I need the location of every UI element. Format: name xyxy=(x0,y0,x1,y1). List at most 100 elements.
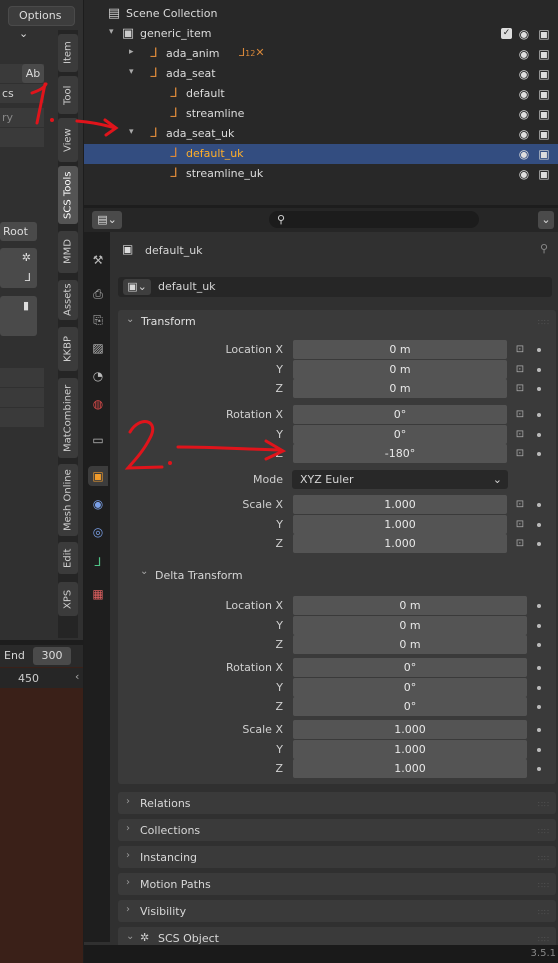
lock-icon[interactable]: ⊡ xyxy=(513,428,527,442)
pin-icon[interactable]: ⚲ xyxy=(540,242,548,255)
lock-icon[interactable]: ⊡ xyxy=(513,498,527,512)
toggle-button[interactable]: ▮ xyxy=(0,296,37,336)
camera-icon[interactable]: ▣ xyxy=(537,167,551,181)
eye-icon[interactable]: ◉ xyxy=(517,147,531,161)
sidebar-tab-kkbp[interactable]: KKBP xyxy=(58,327,78,371)
delta-transform-header[interactable]: Delta Transform xyxy=(155,569,243,582)
datablock-selector[interactable]: ▣⌄ default_uk xyxy=(118,277,552,297)
transform-header[interactable]: Transform xyxy=(141,315,196,328)
rotation-x-field[interactable]: 0° xyxy=(293,658,527,677)
scs-tool-button[interactable]: ✲ ⅃ xyxy=(0,248,37,288)
lock-icon[interactable]: ⊡ xyxy=(513,363,527,377)
keyframe-dot-icon[interactable] xyxy=(537,623,541,628)
properties-search-field[interactable]: ⚲ xyxy=(269,211,479,228)
object-data-dropdown[interactable]: ▣⌄ xyxy=(123,279,151,295)
properties-tab-collection-icon[interactable]: ▭ xyxy=(88,430,108,450)
sidebar-tab-mesh-online[interactable]: Mesh Online xyxy=(58,464,78,536)
outliner-row-default[interactable]: ⅃ default ◉ ▣ xyxy=(84,84,558,104)
properties-tab-physics-icon[interactable]: ◎ xyxy=(88,522,108,542)
sidebar-tab-edit[interactable]: Edit xyxy=(58,542,78,574)
properties-tab-view-layer-icon[interactable]: ▨ xyxy=(88,338,108,358)
panel-motion-paths[interactable]: › Motion Paths ∷∷ xyxy=(118,873,556,895)
lock-icon[interactable]: ⊡ xyxy=(513,518,527,532)
sidebar-tab-view[interactable]: View xyxy=(58,118,78,162)
outliner-row-streamline[interactable]: ⅃ streamline ◉ ▣ xyxy=(84,104,558,124)
camera-icon[interactable]: ▣ xyxy=(537,27,551,41)
expand-down-icon[interactable]: ▾ xyxy=(129,67,134,77)
location-z-field[interactable]: 0 m xyxy=(293,379,507,398)
outliner-row-default_uk[interactable]: ⅃ default_uk ◉ ▣ xyxy=(84,144,558,164)
root-button[interactable]: Root xyxy=(0,222,37,241)
panel-relations[interactable]: › Relations ∷∷ xyxy=(118,792,556,814)
outliner-row-generic_item[interactable]: ▾ ▣ generic_item ✓ ◉ ▣ xyxy=(84,24,558,44)
panel-instancing[interactable]: › Instancing ∷∷ xyxy=(118,846,556,868)
drag-handle-icon[interactable]: ∷∷ xyxy=(538,908,550,917)
eye-icon[interactable]: ◉ xyxy=(517,167,531,181)
properties-tab-tool-icon[interactable]: ⚒ xyxy=(88,250,108,270)
outliner-row-streamline_uk[interactable]: ⅃ streamline_uk ◉ ▣ xyxy=(84,164,558,184)
options-dropdown[interactable]: Options ⌄ xyxy=(8,6,75,40)
camera-icon[interactable]: ▣ xyxy=(537,67,551,81)
properties-tab-constraints-icon[interactable]: ⅃ xyxy=(88,552,108,572)
eye-icon[interactable]: ◉ xyxy=(517,27,531,41)
lock-icon[interactable]: ⊡ xyxy=(513,408,527,422)
keyframe-dot-icon[interactable] xyxy=(537,413,541,417)
eye-icon[interactable]: ◉ xyxy=(517,107,531,121)
ry-field[interactable]: ry xyxy=(0,108,44,127)
drag-handle-icon[interactable]: ∷∷ xyxy=(538,827,550,836)
location-y-field[interactable]: 0 m xyxy=(293,615,527,635)
sidebar-tab-scs-tools[interactable]: SCS Tools xyxy=(58,166,78,224)
keyframe-dot-icon[interactable] xyxy=(537,387,541,391)
drag-handle-icon[interactable]: ∷∷ xyxy=(538,800,550,809)
keyframe-dot-icon[interactable] xyxy=(537,643,541,647)
scale-z-field[interactable]: 1.000 xyxy=(293,534,507,553)
outliner-row-ada_seat[interactable]: ▾ ⅃ ada_seat ◉ ▣ xyxy=(84,64,558,84)
exclude-checkbox[interactable]: ✓ xyxy=(501,28,512,39)
lock-icon[interactable]: ⊡ xyxy=(513,343,527,357)
location-x-field[interactable]: 0 m xyxy=(293,596,527,615)
keyframe-dot-icon[interactable] xyxy=(537,503,541,507)
keyframe-dot-icon[interactable] xyxy=(537,432,541,437)
keyframe-dot-icon[interactable] xyxy=(537,728,541,732)
properties-tab-object-icon[interactable]: ▣ xyxy=(88,466,108,486)
sidebar-tab-tool[interactable]: Tool xyxy=(58,76,78,114)
sidebar-tab-mmd[interactable]: MMD xyxy=(58,231,78,273)
keyframe-dot-icon[interactable] xyxy=(537,367,541,372)
end-frame-field[interactable]: 300 xyxy=(33,647,71,665)
rotation-y-field[interactable]: 0° xyxy=(293,424,507,444)
rotation-mode-dropdown[interactable]: XYZ Euler ⌄ xyxy=(292,470,508,489)
outliner-row-scene-collection[interactable]: ▤ Scene Collection xyxy=(84,4,558,24)
eye-icon[interactable]: ◉ xyxy=(517,87,531,101)
drag-handle-icon[interactable]: ∷∷ xyxy=(538,935,550,944)
keyframe-dot-icon[interactable] xyxy=(537,452,541,456)
sidebar-tab-xps[interactable]: XPS xyxy=(58,582,78,616)
keyframe-dot-icon[interactable] xyxy=(537,522,541,527)
keyframe-dot-icon[interactable] xyxy=(537,348,541,352)
keyframe-dot-icon[interactable] xyxy=(537,705,541,709)
sidebar-tab-assets[interactable]: Assets xyxy=(58,280,78,320)
drag-handle-icon[interactable]: ∷∷ xyxy=(538,318,550,327)
properties-tab-scene-icon[interactable]: ◔ xyxy=(88,366,108,386)
keyframe-dot-icon[interactable] xyxy=(537,767,541,771)
camera-icon[interactable]: ▣ xyxy=(537,147,551,161)
scale-x-field[interactable]: 1.000 xyxy=(293,720,527,739)
properties-tab-world-icon[interactable]: ◍ xyxy=(88,394,108,414)
options-menu-button[interactable]: ⌄ xyxy=(538,211,554,229)
location-z-field[interactable]: 0 m xyxy=(293,635,527,654)
location-x-field[interactable]: 0 m xyxy=(293,340,507,359)
properties-tab-render-icon[interactable]: ⎙ xyxy=(88,284,108,304)
location-y-field[interactable]: 0 m xyxy=(293,359,507,379)
lock-icon[interactable]: ⊡ xyxy=(513,447,527,461)
expand-right-icon[interactable]: ▸ xyxy=(129,47,134,57)
rotation-x-field[interactable]: 0° xyxy=(293,405,507,424)
lock-icon[interactable]: ⊡ xyxy=(513,537,527,551)
camera-icon[interactable]: ▣ xyxy=(537,87,551,101)
scale-x-field[interactable]: 1.000 xyxy=(293,495,507,514)
expand-down-icon[interactable]: ▾ xyxy=(129,127,134,137)
sidebar-tab-item[interactable]: Item xyxy=(58,34,78,72)
properties-tab-texture-icon[interactable]: ▦ xyxy=(88,584,108,604)
datablock-name-field[interactable]: default_uk xyxy=(158,280,216,293)
cs-field[interactable]: cs xyxy=(0,84,44,103)
eye-icon[interactable]: ◉ xyxy=(517,47,531,61)
scale-y-field[interactable]: 1.000 xyxy=(293,514,507,534)
